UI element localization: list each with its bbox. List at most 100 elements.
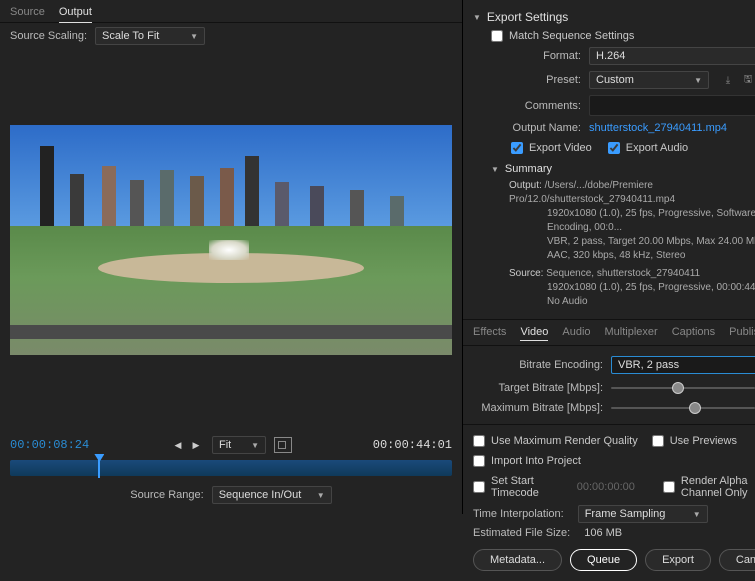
export-panel: ▼ Export Settings Match Sequence Setting… <box>463 0 755 514</box>
use-previews-label: Use Previews <box>670 435 737 447</box>
export-video-input[interactable] <box>511 142 523 154</box>
comments-input[interactable] <box>589 95 755 116</box>
output-name-label: Output Name: <box>491 122 581 134</box>
source-scaling-value: Scale To Fit <box>102 30 159 42</box>
tab-publish[interactable]: Publish <box>729 324 755 341</box>
max-render-quality-input[interactable] <box>473 435 485 447</box>
summary-output-label: Output: <box>509 180 542 191</box>
tab-video[interactable]: Video <box>520 324 548 341</box>
use-previews-input[interactable] <box>652 435 664 447</box>
zoom-value: Fit <box>219 439 231 451</box>
time-interp-select[interactable]: Frame Sampling ▼ <box>578 505 708 523</box>
source-range-value: Sequence In/Out <box>219 489 302 501</box>
max-render-quality-checkbox[interactable]: Use Maximum Render Quality <box>473 433 638 449</box>
start-timecode-checkbox[interactable]: Set Start Timecode <box>473 473 563 501</box>
max-render-quality-label: Use Maximum Render Quality <box>491 435 638 447</box>
import-project-checkbox[interactable]: Import Into Project <box>473 453 581 469</box>
file-size-label: Estimated File Size: <box>473 527 570 539</box>
export-video-checkbox[interactable]: Export Video <box>511 140 592 156</box>
summary-source-seq: Sequence, shutterstock_27940411 <box>546 268 700 279</box>
source-scaling-label: Source Scaling: <box>10 30 87 42</box>
video-preview[interactable] <box>10 125 452 355</box>
chevron-down-icon: ▼ <box>251 441 259 450</box>
time-interp-label: Time Interpolation: <box>473 508 564 520</box>
disclosure-arrow-icon: ▼ <box>473 13 481 22</box>
chevron-down-icon: ▼ <box>190 32 198 41</box>
summary-header[interactable]: ▼ Summary <box>491 159 755 179</box>
render-alpha-label: Render Alpha Channel Only <box>681 475 755 499</box>
crop-icon[interactable] <box>274 437 292 453</box>
match-sequence-input[interactable] <box>491 30 503 42</box>
format-select[interactable]: H.264 ▼ <box>589 47 755 65</box>
summary-output-audio: AAC, 320 kbps, 48 kHz, Stereo <box>509 249 755 263</box>
match-sequence-checkbox[interactable]: Match Sequence Settings <box>491 28 755 44</box>
export-button[interactable]: Export <box>645 549 711 571</box>
comments-label: Comments: <box>491 100 581 112</box>
tab-effects[interactable]: Effects <box>473 324 506 341</box>
export-audio-input[interactable] <box>608 142 620 154</box>
effect-tabs: Effects Video Audio Multiplexer Captions… <box>463 319 755 346</box>
render-alpha-input[interactable] <box>663 481 675 493</box>
save-preset-icon[interactable]: ⤓ <box>721 73 735 87</box>
current-timecode[interactable]: 00:00:08:24 <box>10 438 89 452</box>
preview-panel: Source Output Source Scaling: Scale To F… <box>0 0 463 514</box>
summary-source-label: Source: <box>509 268 543 279</box>
use-previews-checkbox[interactable]: Use Previews <box>652 433 737 449</box>
tab-captions[interactable]: Captions <box>672 324 715 341</box>
import-project-input[interactable] <box>473 455 485 467</box>
zoom-select[interactable]: Fit ▼ <box>212 436 266 454</box>
tab-multiplexer[interactable]: Multiplexer <box>605 324 658 341</box>
start-timecode-input[interactable] <box>473 481 485 493</box>
preview-tabs: Source Output <box>0 0 462 23</box>
source-scaling-row: Source Scaling: Scale To Fit ▼ <box>0 23 462 49</box>
video-settings: Bitrate Encoding: VBR, 2 pass ▼ Target B… <box>463 346 755 424</box>
summary-output-res: 1920x1080 (1.0), 25 fps, Progressive, So… <box>509 207 755 235</box>
bitrate-encoding-value: VBR, 2 pass <box>618 359 679 371</box>
summary-title: Summary <box>505 163 552 175</box>
chevron-down-icon: ▼ <box>694 76 702 85</box>
playhead[interactable] <box>98 458 100 478</box>
import-preset-icon[interactable]: 🖫 <box>741 73 755 87</box>
disclosure-arrow-icon: ▼ <box>491 165 499 174</box>
tab-audio[interactable]: Audio <box>562 324 590 341</box>
metadata-button[interactable]: Metadata... <box>473 549 562 571</box>
source-range-label: Source Range: <box>130 489 203 501</box>
chevron-down-icon: ▼ <box>693 510 701 519</box>
export-video-label: Export Video <box>529 142 592 154</box>
source-scaling-select[interactable]: Scale To Fit ▼ <box>95 27 205 45</box>
timeline-scrubber[interactable] <box>10 460 452 476</box>
export-settings-title: Export Settings <box>487 10 568 24</box>
render-alpha-checkbox[interactable]: Render Alpha Channel Only <box>663 473 755 501</box>
tab-source[interactable]: Source <box>10 4 45 22</box>
cancel-button[interactable]: Cancel <box>719 549 755 571</box>
target-bitrate-label: Target Bitrate [Mbps]: <box>473 382 603 394</box>
time-interp-value: Frame Sampling <box>585 508 666 520</box>
export-audio-label: Export Audio <box>626 142 688 154</box>
source-range-select[interactable]: Sequence In/Out ▼ <box>212 486 332 504</box>
summary-body: Output: /Users/.../dobe/Premiere Pro/12.… <box>491 179 755 309</box>
export-audio-checkbox[interactable]: Export Audio <box>608 140 688 156</box>
step-fwd-icon[interactable]: ▶ <box>188 438 204 452</box>
format-value: H.264 <box>596 50 625 62</box>
tab-output[interactable]: Output <box>59 4 92 22</box>
preview-area <box>0 49 462 430</box>
bitrate-encoding-select[interactable]: VBR, 2 pass ▼ <box>611 356 755 374</box>
queue-button[interactable]: Queue <box>570 549 637 571</box>
start-timecode-value: 00:00:00:00 <box>577 481 635 493</box>
slider-thumb[interactable] <box>672 382 684 394</box>
export-settings-header[interactable]: ▼ Export Settings <box>473 6 755 28</box>
preset-select[interactable]: Custom ▼ <box>589 71 709 89</box>
step-back-icon[interactable]: ◀ <box>170 438 186 452</box>
play-controls: ◀ ▶ Fit ▼ <box>170 436 292 454</box>
chevron-down-icon: ▼ <box>317 491 325 500</box>
target-bitrate-slider[interactable] <box>611 387 755 389</box>
file-size-value: 106 MB <box>584 527 622 539</box>
output-name-link[interactable]: shutterstock_27940411.mp4 <box>589 122 755 134</box>
start-timecode-label: Set Start Timecode <box>491 475 563 499</box>
max-bitrate-slider[interactable] <box>611 407 755 409</box>
summary-output-bitrate: VBR, 2 pass, Target 20.00 Mbps, Max 24.0… <box>509 235 755 249</box>
duration-timecode: 00:00:44:01 <box>373 438 452 452</box>
format-label: Format: <box>491 50 581 62</box>
import-project-label: Import Into Project <box>491 455 581 467</box>
slider-thumb[interactable] <box>689 402 701 414</box>
